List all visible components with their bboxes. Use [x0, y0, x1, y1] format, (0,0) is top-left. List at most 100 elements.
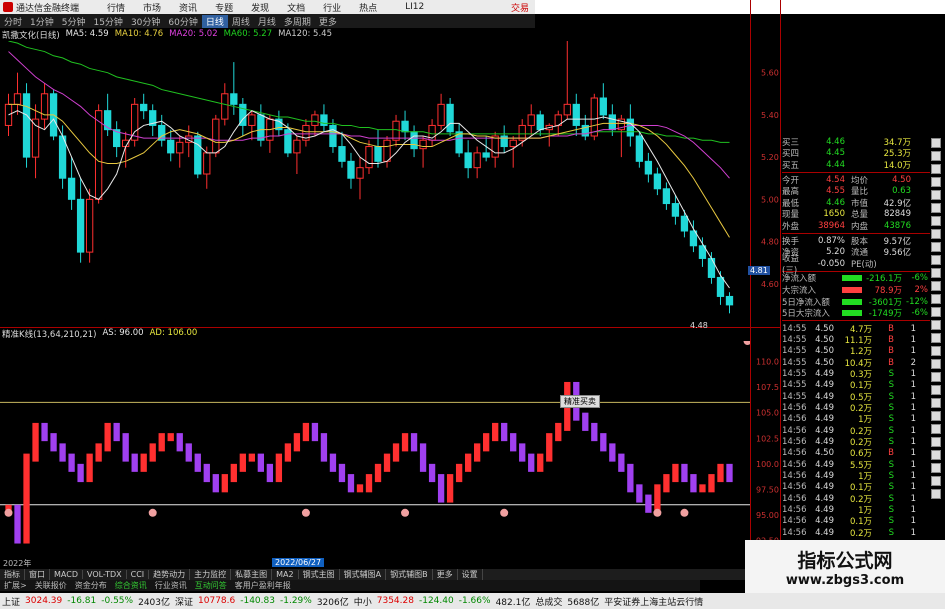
- candle: [194, 131, 202, 179]
- menu-item[interactable]: 资讯: [179, 1, 197, 14]
- menu-item[interactable]: 市场: [143, 1, 161, 14]
- indicator-tab[interactable]: 主力监控: [190, 569, 232, 580]
- period-1[interactable]: 1分钟: [26, 15, 58, 28]
- info-tab[interactable]: 行业资讯: [151, 580, 191, 591]
- side-tool-icon[interactable]: [931, 151, 941, 161]
- info-tab[interactable]: 互动问答: [191, 580, 231, 591]
- indicator-tab[interactable]: MACD: [50, 570, 83, 579]
- side-tool-icon[interactable]: [931, 138, 941, 148]
- indicator-tab[interactable]: MA2: [272, 570, 299, 579]
- side-tool-icon[interactable]: [931, 450, 941, 460]
- menu-item[interactable]: 文档: [287, 1, 305, 14]
- side-tool-icon[interactable]: [931, 242, 941, 252]
- period-7[interactable]: 周线: [228, 15, 254, 28]
- menu-item[interactable]: 发现: [251, 1, 269, 14]
- indicator-tab[interactable]: 趋势动力: [149, 569, 191, 580]
- info-tab[interactable]: 综合资讯: [111, 580, 151, 591]
- side-tool-icon[interactable]: [931, 476, 941, 486]
- period-4[interactable]: 30分钟: [127, 15, 164, 28]
- side-tool-icon[interactable]: [931, 216, 941, 226]
- indicator-bar: [537, 453, 544, 472]
- indicator-bar: [194, 453, 201, 472]
- menu-item[interactable]: 专题: [215, 1, 233, 14]
- tick-count: 1: [910, 437, 916, 448]
- candle: [31, 104, 40, 179]
- indicator-chart[interactable]: [0, 341, 750, 556]
- indicator-bar: [645, 494, 652, 513]
- side-tool-icon[interactable]: [931, 164, 941, 174]
- side-tool-icon[interactable]: [931, 255, 941, 265]
- candle: [707, 252, 716, 284]
- menu-item[interactable]: 行情: [107, 1, 125, 14]
- side-tool-icon[interactable]: [931, 489, 941, 499]
- side-tool-icon[interactable]: [931, 294, 941, 304]
- side-tool-icon[interactable]: [931, 385, 941, 395]
- indicator-bar: [501, 422, 508, 442]
- side-tool-icon[interactable]: [931, 463, 941, 473]
- menu-item[interactable]: 行业: [323, 1, 341, 14]
- period-6[interactable]: 日线: [201, 14, 228, 28]
- watermark-url: www.zbgs3.com: [785, 572, 905, 588]
- info-tab[interactable]: 客用户盈利年报: [231, 580, 295, 591]
- indicator-bar: [663, 474, 670, 493]
- candle: [428, 119, 436, 147]
- candle: [383, 136, 391, 168]
- indicator-tab[interactable]: 窗口: [25, 569, 50, 580]
- side-tool-icon[interactable]: [931, 398, 941, 408]
- period-8[interactable]: 月线: [254, 15, 280, 28]
- period-3[interactable]: 15分钟: [89, 15, 126, 28]
- indicator-tab[interactable]: 钢式辅图B: [386, 569, 433, 580]
- menu-item[interactable]: 热点: [359, 1, 377, 14]
- side-tool-icon[interactable]: [931, 268, 941, 278]
- indicator-tab[interactable]: 更多: [433, 569, 458, 580]
- info-tab[interactable]: 关联报价: [31, 580, 71, 591]
- period-0[interactable]: 分时: [0, 15, 26, 28]
- tick-row: 14:55 4.50 11.1万 B 1: [782, 334, 930, 346]
- trade-button[interactable]: 交易: [511, 1, 529, 14]
- side-tool-icon[interactable]: [931, 307, 941, 317]
- tick-volume: 11.1万: [844, 335, 872, 346]
- side-tool-icon[interactable]: [931, 281, 941, 291]
- indicator-tab[interactable]: 指标: [0, 569, 25, 580]
- side-tool-icon[interactable]: [931, 320, 941, 330]
- tick-time: 14:56: [782, 425, 807, 436]
- candle: [302, 119, 310, 147]
- side-tool-icon[interactable]: [931, 190, 941, 200]
- side-tool-icon[interactable]: [931, 424, 941, 434]
- period-5[interactable]: 60分钟: [164, 15, 201, 28]
- side-tool-icon[interactable]: [931, 229, 941, 239]
- side-tool-icon[interactable]: [931, 437, 941, 447]
- side-tool-icon[interactable]: [931, 177, 941, 187]
- tick-count: 1: [910, 380, 916, 391]
- tick-side: S: [888, 505, 894, 516]
- flow-bar: [842, 275, 862, 282]
- info-tab[interactable]: 资金分布: [71, 580, 111, 591]
- side-tool-icon[interactable]: [931, 411, 941, 421]
- indicator-tab[interactable]: VOL-TDX: [83, 570, 127, 579]
- tick-volume: 1.2万: [849, 347, 872, 358]
- side-tool-icon[interactable]: [931, 333, 941, 343]
- period-9[interactable]: 多周期: [280, 15, 315, 28]
- indicator-bar: [122, 433, 129, 462]
- candlestick-chart[interactable]: [0, 41, 750, 326]
- indicator-tab[interactable]: 钢式辅图A: [340, 569, 387, 580]
- tick-price: 4.49: [815, 482, 834, 493]
- info-tab[interactable]: 扩展>: [0, 580, 31, 591]
- side-tool-icon[interactable]: [931, 359, 941, 369]
- side-tool-icon[interactable]: [931, 372, 941, 382]
- indicator-bar: [329, 453, 337, 472]
- stat-value: 9.57亿: [883, 236, 911, 247]
- side-tool-icon[interactable]: [931, 346, 941, 356]
- stat-row: 现量 1650 总量 82849: [782, 209, 930, 220]
- indicator-tab[interactable]: 钢式主图: [299, 569, 340, 580]
- period-2[interactable]: 5分钟: [58, 15, 90, 28]
- period-10[interactable]: 更多: [315, 15, 341, 28]
- indicator-bar: [338, 463, 346, 483]
- indicator-bar: [131, 453, 138, 472]
- candle: [392, 114, 400, 147]
- indicator-tab[interactable]: CCI: [127, 570, 150, 579]
- indicator-tab[interactable]: 私募主图: [231, 569, 273, 580]
- indicator-tab[interactable]: 设置: [458, 569, 483, 580]
- side-tool-icon[interactable]: [931, 203, 941, 213]
- stat-row: 换手 0.87% 股本 9.57亿: [782, 235, 930, 247]
